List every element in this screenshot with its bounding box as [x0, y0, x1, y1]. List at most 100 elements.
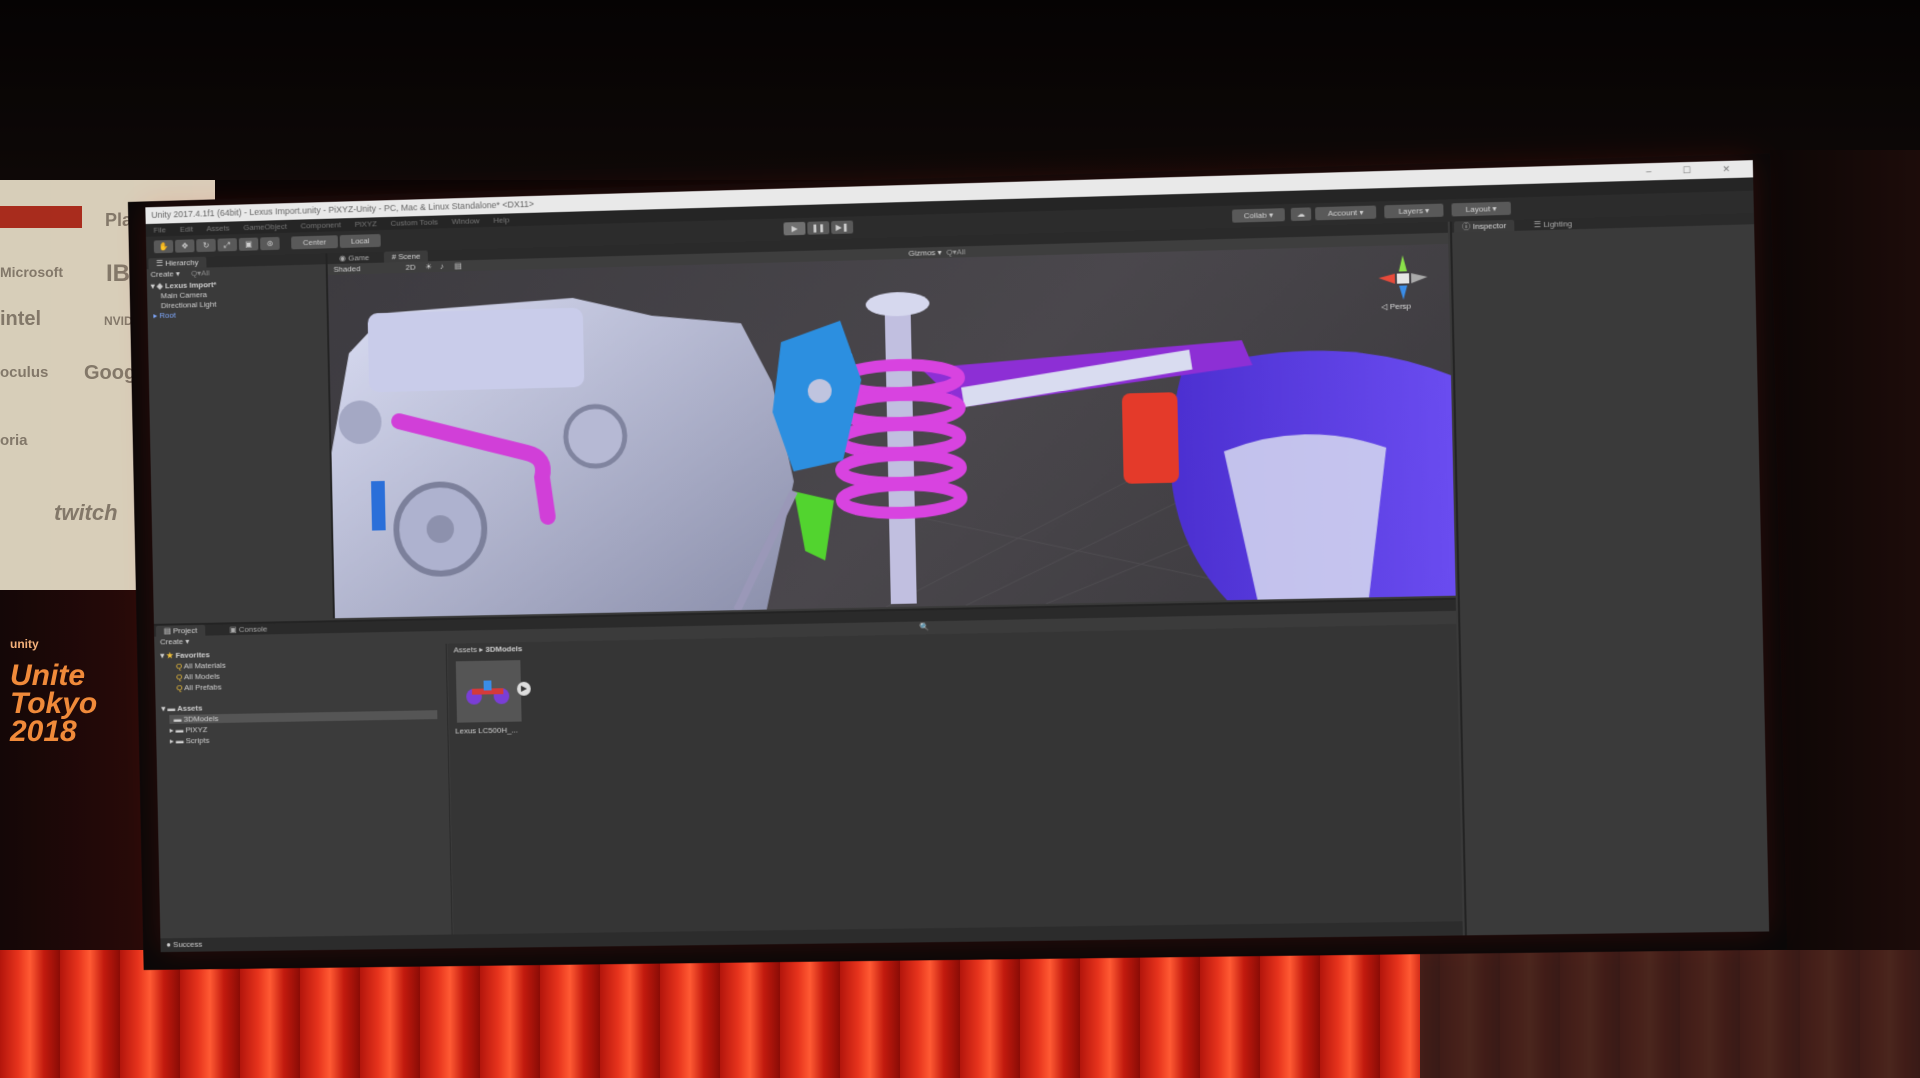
assets-group[interactable]: ▾ ▬ Assets — [161, 704, 202, 714]
asset-name[interactable]: Lexus LC500H_... — [455, 726, 518, 736]
menu-component[interactable]: Component — [301, 220, 341, 230]
tab-game-label: Game — [348, 253, 369, 262]
hierarchy-item-root[interactable]: ▸ Root — [153, 311, 176, 320]
event-logo: unity Unite Tokyo 2018 — [10, 630, 97, 746]
audio-toggle-icon[interactable]: ♪ — [440, 261, 444, 272]
hand-tool-icon[interactable]: ✋ — [154, 240, 174, 253]
engine-cover — [368, 308, 585, 393]
favorites-label: Favorites — [175, 650, 210, 660]
search-icon: Q — [176, 683, 182, 692]
folder-icon: ▬ — [167, 704, 175, 713]
effects-toggle-icon[interactable]: ▤ — [454, 260, 462, 271]
info-icon: ● — [166, 940, 171, 949]
favorite-all-materials[interactable]: Q All Materials — [176, 661, 226, 671]
tab-inspector[interactable]: ⓘ Inspector — [1454, 220, 1515, 233]
lighting-toggle-icon[interactable]: ☀ — [425, 261, 432, 272]
sponsor-oculus: oculus — [0, 364, 48, 381]
menu-gameobject[interactable]: GameObject — [243, 222, 287, 232]
hierarchy-scene-root[interactable]: ▾ ◈ Lexus Import* — [151, 280, 217, 291]
star-icon: ★ — [166, 651, 173, 660]
stage-floor — [1420, 950, 1920, 1078]
menu-custom-tools[interactable]: Custom Tools — [391, 218, 438, 228]
sponsor-microsoft: Microsoft — [0, 264, 63, 280]
menu-window[interactable]: Window — [452, 216, 480, 226]
sponsor-logo-red — [0, 206, 82, 228]
tab-project-label: Project — [173, 626, 197, 635]
tab-hierarchy-label: Hierarchy — [165, 258, 198, 268]
scene-viewport[interactable]: ◁ Persp — [328, 244, 1456, 618]
pivot-center-button[interactable]: Center — [291, 235, 338, 249]
favorite-all-prefabs-label: All Prefabs — [184, 683, 222, 693]
status-message: Success — [173, 940, 202, 949]
shading-mode-dropdown[interactable]: Shaded — [333, 263, 360, 275]
project-create-button[interactable]: Create ▾ — [160, 637, 189, 646]
breadcrumb-3dmodels[interactable]: 3DModels — [485, 644, 522, 654]
tab-project[interactable]: ▤ Project — [156, 625, 205, 637]
projection-mode-label[interactable]: ◁ Persp — [1381, 302, 1411, 312]
folder-pixyz[interactable]: ▸ ▬ PiXYZ — [170, 725, 208, 735]
breadcrumb-assets[interactable]: Assets — [453, 645, 477, 654]
favorite-all-models[interactable]: Q All Models — [176, 672, 220, 682]
sponsor-intel: intel — [0, 308, 41, 331]
project-panel: ▤ Project ▣ Console Create ▾ 🔍 ▾ ★ Favor… — [154, 598, 1463, 952]
folder-icon: ▬ — [176, 726, 184, 735]
favorites-group[interactable]: ▾ ★ Favorites — [160, 650, 210, 660]
play-button[interactable]: ▶ — [783, 222, 805, 236]
tab-hierarchy[interactable]: ☰ Hierarchy — [148, 257, 206, 269]
favorite-all-prefabs[interactable]: Q All Prefabs — [176, 683, 221, 693]
menu-assets[interactable]: Assets — [206, 224, 229, 234]
orientation-gizmo[interactable]: ◁ Persp — [1372, 252, 1434, 314]
shock-top-mount — [865, 291, 929, 317]
layout-dropdown[interactable]: Layout ▾ — [1451, 202, 1511, 217]
menu-edit[interactable]: Edit — [180, 225, 194, 234]
step-button[interactable]: ▶❚ — [831, 220, 853, 234]
asset-thumbnail[interactable]: ▶ — [456, 660, 522, 723]
layers-dropdown[interactable]: Layers ▾ — [1384, 204, 1443, 219]
hierarchy-item-root-label: Root — [159, 311, 175, 320]
account-dropdown[interactable]: Account ▾ — [1315, 206, 1376, 221]
pivot-local-button[interactable]: Local — [340, 234, 381, 248]
folder-icon: ▬ — [174, 715, 182, 724]
rect-tool-icon[interactable]: ▣ — [239, 238, 259, 251]
tab-console[interactable]: ▣ Console — [222, 623, 276, 635]
hierarchy-create-button[interactable]: Create ▾ — [150, 269, 179, 279]
mode-2d-toggle[interactable]: 2D — [405, 262, 415, 273]
hierarchy-panel: ☰ Hierarchy Create ▾ Q▾All ▾ ◈ Lexus Imp… — [146, 253, 335, 622]
event-line-2: Tokyo — [10, 690, 97, 718]
transform-tool-icon[interactable]: ⊛ — [260, 237, 280, 250]
hierarchy-item-directional-light[interactable]: Directional Light — [161, 300, 217, 310]
tab-lighting[interactable]: ☰ Lighting — [1525, 218, 1580, 231]
menu-pixyz[interactable]: PiXYZ — [355, 219, 377, 229]
cloud-icon[interactable]: ☁ — [1291, 207, 1312, 221]
assets-label: Assets — [177, 704, 203, 713]
sponsor-oria: oria — [0, 432, 28, 449]
axis-gizmo-icon[interactable] — [1372, 252, 1434, 304]
hierarchy-item-main-camera[interactable]: Main Camera — [161, 290, 208, 300]
scene-search[interactable]: Q▾All — [946, 246, 965, 258]
folder-scripts-label: Scripts — [186, 736, 210, 745]
folder-3dmodels-label: 3DModels — [183, 714, 218, 723]
favorite-all-materials-label: All Materials — [184, 661, 226, 671]
projection-screen: Unity 2017.4.1f1 (64bit) - Lexus Import.… — [128, 153, 1787, 970]
menu-help[interactable]: Help — [493, 215, 509, 224]
inspector-panel: ⓘ Inspector ☰ Lighting — [1450, 213, 1769, 935]
project-asset-browser: Assets ▸ 3DModels ▶ Lexus LC500H_... — [448, 624, 1463, 937]
folder-scripts[interactable]: ▸ ▬ Scripts — [170, 736, 210, 746]
project-search-icon[interactable]: 🔍 — [919, 622, 929, 631]
expand-asset-icon[interactable]: ▶ — [517, 682, 531, 696]
blue-part — [371, 481, 386, 531]
menu-file[interactable]: File — [153, 225, 166, 234]
scale-tool-icon[interactable]: ⤢ — [217, 238, 237, 251]
unity-editor-window: Unity 2017.4.1f1 (64bit) - Lexus Import.… — [145, 160, 1769, 952]
move-tool-icon[interactable]: ✥ — [175, 239, 195, 252]
collab-button[interactable]: Collab ▾ — [1232, 208, 1285, 223]
rotate-tool-icon[interactable]: ↻ — [196, 239, 216, 252]
hierarchy-search[interactable]: Q▾All — [191, 268, 210, 277]
tab-inspector-label: Inspector — [1473, 221, 1507, 231]
breadcrumb-separator: ▸ — [479, 645, 483, 654]
breadcrumb: Assets ▸ 3DModels — [453, 644, 522, 654]
tab-console-label: Console — [239, 625, 268, 634]
pause-button[interactable]: ❚❚ — [807, 221, 829, 235]
model-preview-icon — [456, 660, 522, 723]
folder-3dmodels[interactable]: ▬ 3DModels — [169, 710, 437, 724]
